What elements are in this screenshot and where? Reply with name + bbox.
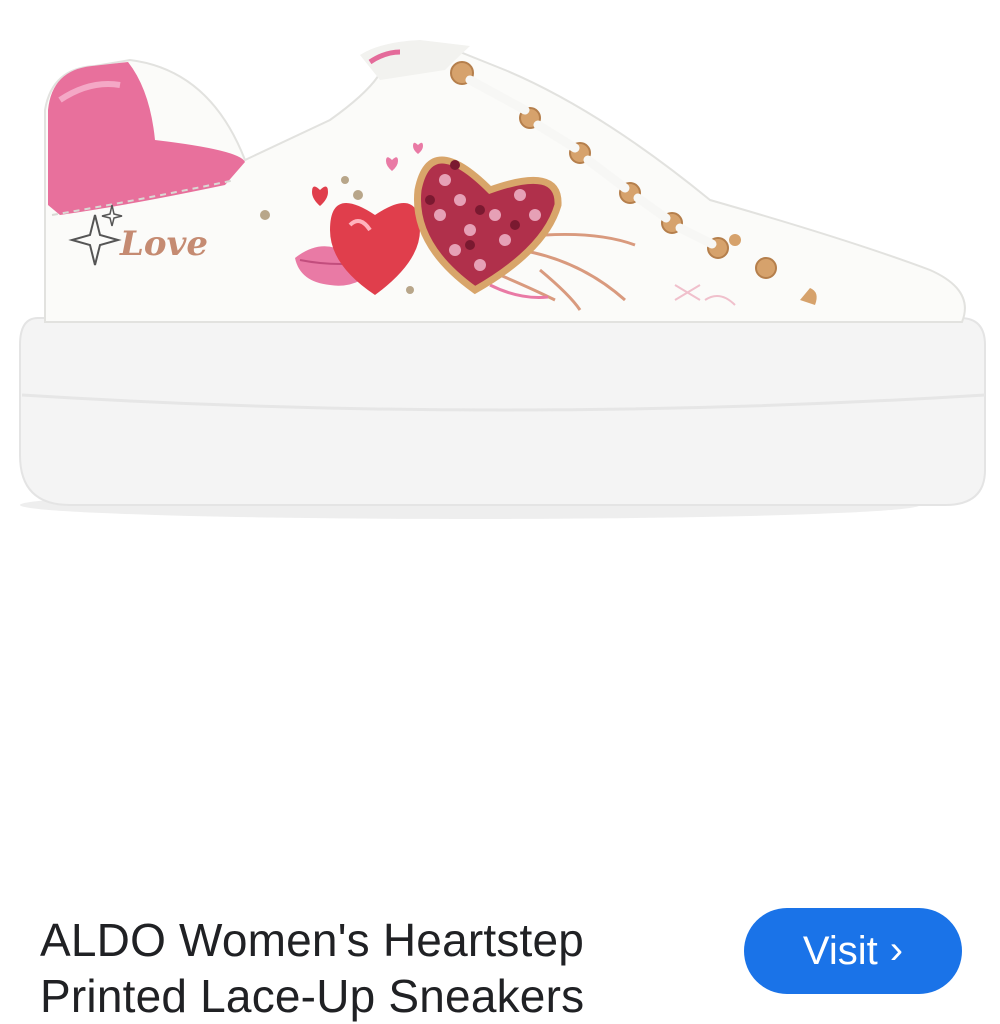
embroidery-text: Love — [119, 224, 208, 264]
visit-button-label: Visit — [802, 928, 878, 973]
visit-button[interactable]: Visit › — [744, 908, 962, 994]
product-image[interactable]: Love — [0, 0, 1000, 880]
product-title[interactable]: ALDO Women's Heartstep Printed Lace-Up S… — [40, 912, 700, 1024]
chevron-right-icon: › — [889, 928, 904, 972]
product-image-area[interactable]: Love — [0, 0, 1000, 880]
